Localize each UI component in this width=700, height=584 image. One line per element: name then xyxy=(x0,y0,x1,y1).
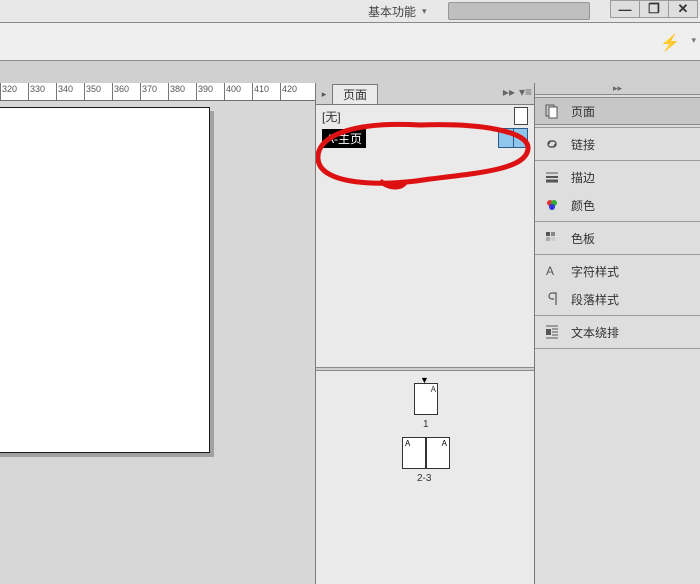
ruler-tick xyxy=(0,83,1,100)
document-area[interactable] xyxy=(0,101,315,584)
master-a-row[interactable]: A-主页 xyxy=(316,127,534,149)
options-bar: ⚡ ▾ xyxy=(0,23,700,61)
master-none-thumb xyxy=(514,107,528,125)
ruler-tick xyxy=(140,83,141,100)
maximize-button[interactable]: ❐ xyxy=(639,0,669,18)
ruler-tick-label: 410 xyxy=(254,84,269,94)
master-none-row[interactable]: [无] xyxy=(316,105,534,127)
search-field[interactable] xyxy=(448,2,590,20)
workspace-switcher[interactable]: 基本功能 ▾ xyxy=(358,0,437,23)
links-icon xyxy=(543,136,561,152)
dock-item-label: 颜色 xyxy=(571,197,595,214)
close-button[interactable]: ✕ xyxy=(668,0,698,18)
dock-group: 文本绕排 xyxy=(535,316,700,349)
svg-text:A: A xyxy=(546,264,554,278)
dock-item-charstyles[interactable]: A 字符样式 xyxy=(535,257,700,285)
tab-pages[interactable]: 页面 xyxy=(332,84,378,104)
dock-item-links[interactable]: 链接 xyxy=(535,130,700,158)
ruler-tick xyxy=(84,83,85,100)
ruler-tick-label: 330 xyxy=(30,84,45,94)
ruler-tick xyxy=(252,83,253,100)
page-label-1: 1 xyxy=(423,419,429,430)
dock-group: 描边颜色 xyxy=(535,161,700,222)
tab-label: 页面 xyxy=(343,86,367,103)
right-dock: ▸▸ 页面链接描边颜色色板 A 字符样式段落样式文本绕排 xyxy=(534,83,700,584)
dock-item-label: 页面 xyxy=(571,103,595,120)
ruler-tick xyxy=(224,83,225,100)
chevron-down-icon[interactable]: ▾ xyxy=(691,35,696,46)
dock-group: 色板 xyxy=(535,222,700,255)
dock-item-color[interactable]: 颜色 xyxy=(535,191,700,219)
document-page[interactable] xyxy=(0,107,210,453)
applied-master-letter: A xyxy=(405,439,410,448)
ruler-tick-label: 350 xyxy=(86,84,101,94)
master-a-thumb xyxy=(498,128,528,148)
dock-item-label: 文本绕排 xyxy=(571,324,619,341)
pages-icon xyxy=(543,103,561,119)
ruler-tick xyxy=(28,83,29,100)
ruler-tick xyxy=(112,83,113,100)
ruler-tick-label: 390 xyxy=(198,84,213,94)
ruler-tick xyxy=(280,83,281,100)
spread-label-2-3: 2-3 xyxy=(417,473,431,484)
dock-group: 页面 xyxy=(535,95,700,128)
ruler-tick-label: 370 xyxy=(142,84,157,94)
page-thumb-1[interactable]: A xyxy=(414,383,438,415)
ruler-tick-label: 380 xyxy=(170,84,185,94)
applied-master-letter: A xyxy=(442,439,447,448)
dock-item-label: 链接 xyxy=(571,136,595,153)
bolt-icon[interactable]: ⚡ xyxy=(660,33,680,53)
dock-item-label: 段落样式 xyxy=(571,291,619,308)
panel-menu-icon[interactable]: ▾≡ xyxy=(519,85,532,99)
master-pages-section: [无] A-主页 xyxy=(316,105,534,367)
ruler-tick xyxy=(168,83,169,100)
dock-item-textwrap[interactable]: 文本绕排 xyxy=(535,318,700,346)
charstyles-icon: A xyxy=(543,263,561,279)
ruler-tick-label: 400 xyxy=(226,84,241,94)
dock-item-parastyles[interactable]: 段落样式 xyxy=(535,285,700,313)
ruler-tick-label: 360 xyxy=(114,84,129,94)
ruler-tick xyxy=(196,83,197,100)
dock-group: 链接 xyxy=(535,128,700,161)
spread-thumb-2-3[interactable]: A A xyxy=(402,437,450,469)
dock-item-label: 描边 xyxy=(571,169,595,186)
horizontal-ruler[interactable]: 320 330 340 350 360 370 380 390 400 410 420 xyxy=(0,83,315,101)
applied-master-letter: A xyxy=(431,385,436,394)
dock-item-swatches[interactable]: 色板 xyxy=(535,224,700,252)
ruler-tick xyxy=(56,83,57,100)
dock-item-label: 色板 xyxy=(571,230,595,247)
chevron-down-icon: ▾ xyxy=(422,6,427,17)
collapse-arrow-icon[interactable]: ▸ xyxy=(316,84,332,104)
dock-item-pages[interactable]: 页面 xyxy=(535,97,700,125)
dock-toggle[interactable]: ▸▸ xyxy=(535,83,700,95)
color-icon xyxy=(543,197,561,213)
app-topbar: 基本功能 ▾ — ❐ ✕ xyxy=(0,0,700,23)
ruler-tick-label: 420 xyxy=(282,84,297,94)
swatches-icon xyxy=(543,230,561,246)
dock-group: A 字符样式段落样式 xyxy=(535,255,700,316)
ruler-tick-label: 340 xyxy=(58,84,73,94)
workspace-label: 基本功能 xyxy=(368,3,416,20)
dock-item-label: 字符样式 xyxy=(571,263,619,280)
ruler-tick-label: 320 xyxy=(2,84,17,94)
master-a-label: A-主页 xyxy=(322,129,366,148)
window-buttons: — ❐ ✕ xyxy=(611,0,698,18)
stroke-icon xyxy=(543,169,561,185)
pages-panel: ▸ 页面 ▸▸ ▾≡ [无] A-主页 ▼ A 1 A xyxy=(315,83,534,584)
minimize-button[interactable]: — xyxy=(610,0,640,18)
parastyles-icon xyxy=(543,291,561,307)
search-input[interactable] xyxy=(457,4,612,18)
textwrap-icon xyxy=(543,324,561,340)
document-pages-section: ▼ A 1 A A 2-3 xyxy=(316,371,534,584)
panel-expand-icon[interactable]: ▸▸ xyxy=(503,85,515,99)
dock-item-stroke[interactable]: 描边 xyxy=(535,163,700,191)
master-none-label: [无] xyxy=(322,108,341,125)
panel-tab-row: ▸ 页面 ▸▸ ▾≡ xyxy=(316,83,534,105)
